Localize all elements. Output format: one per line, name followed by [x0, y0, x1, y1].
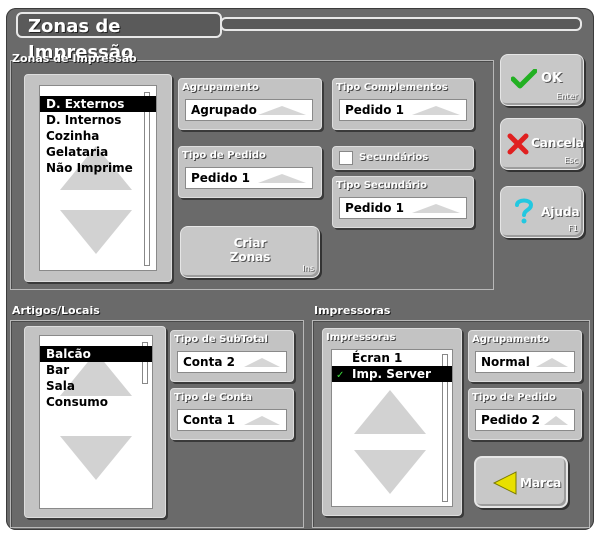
impressoras-item[interactable]: Écran 1: [332, 350, 452, 366]
zonas-item[interactable]: D. Internos: [40, 112, 156, 128]
ajuda-button[interactable]: Ajuda F1: [500, 186, 584, 238]
impressoras-tipo-pedido-field[interactable]: Pedido 2: [475, 409, 575, 431]
artigos-item[interactable]: Consumo: [40, 394, 152, 410]
impressoras-item-label: Imp. Server: [352, 367, 431, 381]
tipo-secundario-label: Tipo Secundário: [336, 180, 428, 191]
criar-zonas-button[interactable]: Criar Zonas Ins: [180, 226, 320, 278]
tipo-subtotal-field[interactable]: Conta 2: [177, 351, 287, 373]
dropdown-arrow-icon: [412, 106, 460, 115]
impressoras-list-label: Impressoras: [326, 332, 396, 343]
zonas-item[interactable]: Não Imprime: [40, 160, 156, 176]
tipo-complementos-field[interactable]: Pedido 1: [339, 99, 467, 121]
zonas-list-panel: D. Externos D. Internos Cozinha Gelatari…: [24, 74, 172, 282]
check-icon: ✓: [336, 370, 345, 381]
dialog-window: Zonas de Impressão Zonas de Impressão D.…: [6, 8, 594, 530]
tipo-conta-field[interactable]: Conta 1: [177, 409, 287, 431]
dropdown-arrow-icon: [536, 358, 568, 367]
zonas-item[interactable]: D. Externos: [40, 96, 156, 112]
window-title: Zonas de Impressão: [16, 12, 222, 63]
zonas-group-label: Zonas de Impressão: [12, 52, 137, 65]
check-icon: [511, 69, 537, 89]
scroll-down-arrow-icon[interactable]: [354, 450, 426, 494]
secundarios-label[interactable]: Secundários: [359, 152, 428, 163]
dropdown-arrow-icon: [258, 174, 306, 183]
tipo-secundario-field[interactable]: Pedido 1: [339, 197, 467, 219]
secundarios-checkbox[interactable]: [339, 151, 353, 165]
arrow-left-icon: [492, 471, 517, 495]
tipo-secundario-panel: Tipo Secundário Pedido 1: [332, 176, 474, 228]
impressoras-group-label: Impressoras: [314, 304, 391, 317]
question-icon: [515, 198, 534, 224]
scroll-down-arrow-icon[interactable]: [60, 210, 132, 254]
artigos-item[interactable]: Balcão: [40, 346, 152, 362]
ok-button[interactable]: OK Enter: [500, 54, 584, 106]
impressoras-agrupamento-value: Normal: [481, 355, 530, 369]
dropdown-arrow-icon: [412, 204, 460, 213]
zonas-list[interactable]: D. Externos D. Internos Cozinha Gelatari…: [39, 85, 157, 271]
ajuda-label: Ajuda: [541, 205, 580, 219]
zonas-tipo-pedido-value: Pedido 1: [191, 171, 250, 185]
scroll-up-arrow-icon[interactable]: [354, 390, 426, 434]
ok-hotkey: Enter: [556, 92, 578, 101]
cancela-button[interactable]: Cancela Esc: [500, 118, 584, 170]
artigos-item[interactable]: Sala: [40, 378, 152, 394]
artigos-list[interactable]: Balcão Bar Sala Consumo: [39, 335, 153, 509]
title-bar-strip: [220, 17, 582, 31]
impressoras-agrupamento-label: Agrupamento: [472, 334, 549, 345]
zonas-tipo-pedido-label: Tipo de Pedido: [182, 150, 266, 161]
cancela-hotkey: Esc: [564, 156, 578, 165]
tipo-complementos-panel: Tipo Complementos Pedido 1: [332, 78, 474, 130]
tipo-subtotal-panel: Tipo de SubTotal Conta 2: [170, 330, 294, 382]
zonas-tipo-pedido-panel: Tipo de Pedido Pedido 1: [178, 146, 322, 198]
cancela-label: Cancela: [531, 136, 584, 150]
zonas-item[interactable]: Cozinha: [40, 128, 156, 144]
zonas-agrupamento-panel: Agrupamento Agrupado: [178, 78, 322, 130]
impressoras-item-label: Écran 1: [352, 351, 403, 365]
tipo-subtotal-value: Conta 2: [183, 355, 235, 369]
tipo-subtotal-label: Tipo de SubTotal: [174, 334, 268, 345]
tipo-secundario-value: Pedido 1: [345, 201, 404, 215]
zonas-tipo-pedido-field[interactable]: Pedido 1: [185, 167, 313, 189]
impressoras-agrupamento-panel: Agrupamento Normal: [468, 330, 582, 382]
impressoras-tipo-pedido-value: Pedido 2: [481, 413, 540, 427]
scroll-down-arrow-icon[interactable]: [60, 436, 132, 480]
criar-zonas-line2: Zonas: [229, 250, 271, 264]
criar-zonas-line1: Criar: [233, 236, 267, 250]
dropdown-arrow-icon: [544, 416, 568, 425]
secundarios-panel: Secundários: [332, 146, 474, 170]
tipo-conta-panel: Tipo de Conta Conta 1: [170, 388, 294, 440]
tipo-conta-label: Tipo de Conta: [174, 392, 253, 403]
impressoras-agrupamento-field[interactable]: Normal: [475, 351, 575, 373]
artigos-group-label: Artigos/Locais: [12, 304, 100, 317]
ajuda-hotkey: F1: [568, 224, 578, 233]
zonas-agrupamento-field[interactable]: Agrupado: [185, 99, 313, 121]
impressoras-tipo-pedido-panel: Tipo de Pedido Pedido 2: [468, 388, 582, 440]
tipo-conta-value: Conta 1: [183, 413, 235, 427]
zonas-agrupamento-value: Agrupado: [191, 103, 257, 117]
dropdown-arrow-icon: [244, 358, 280, 367]
tipo-complementos-label: Tipo Complementos: [336, 82, 448, 93]
impressoras-list[interactable]: Écran 1 ✓ Imp. Server: [331, 349, 453, 507]
x-icon: [507, 133, 529, 155]
dropdown-arrow-icon: [258, 106, 306, 115]
impressoras-item[interactable]: ✓ Imp. Server: [332, 366, 452, 382]
criar-zonas-hotkey: Ins: [302, 264, 314, 273]
zonas-item[interactable]: Gelataria: [40, 144, 156, 160]
artigos-item[interactable]: Bar: [40, 362, 152, 378]
zonas-agrupamento-label: Agrupamento: [182, 82, 259, 93]
marca-label: Marca: [520, 476, 562, 490]
dropdown-arrow-icon: [244, 416, 280, 425]
marca-button[interactable]: Marca: [474, 456, 568, 508]
tipo-complementos-value: Pedido 1: [345, 103, 404, 117]
impressoras-list-panel: Impressoras Écran 1 ✓ Imp. Server: [322, 328, 462, 516]
artigos-list-panel: Balcão Bar Sala Consumo: [24, 326, 166, 518]
ok-label: OK: [541, 71, 563, 86]
impressoras-tipo-pedido-label: Tipo de Pedido: [472, 392, 556, 403]
